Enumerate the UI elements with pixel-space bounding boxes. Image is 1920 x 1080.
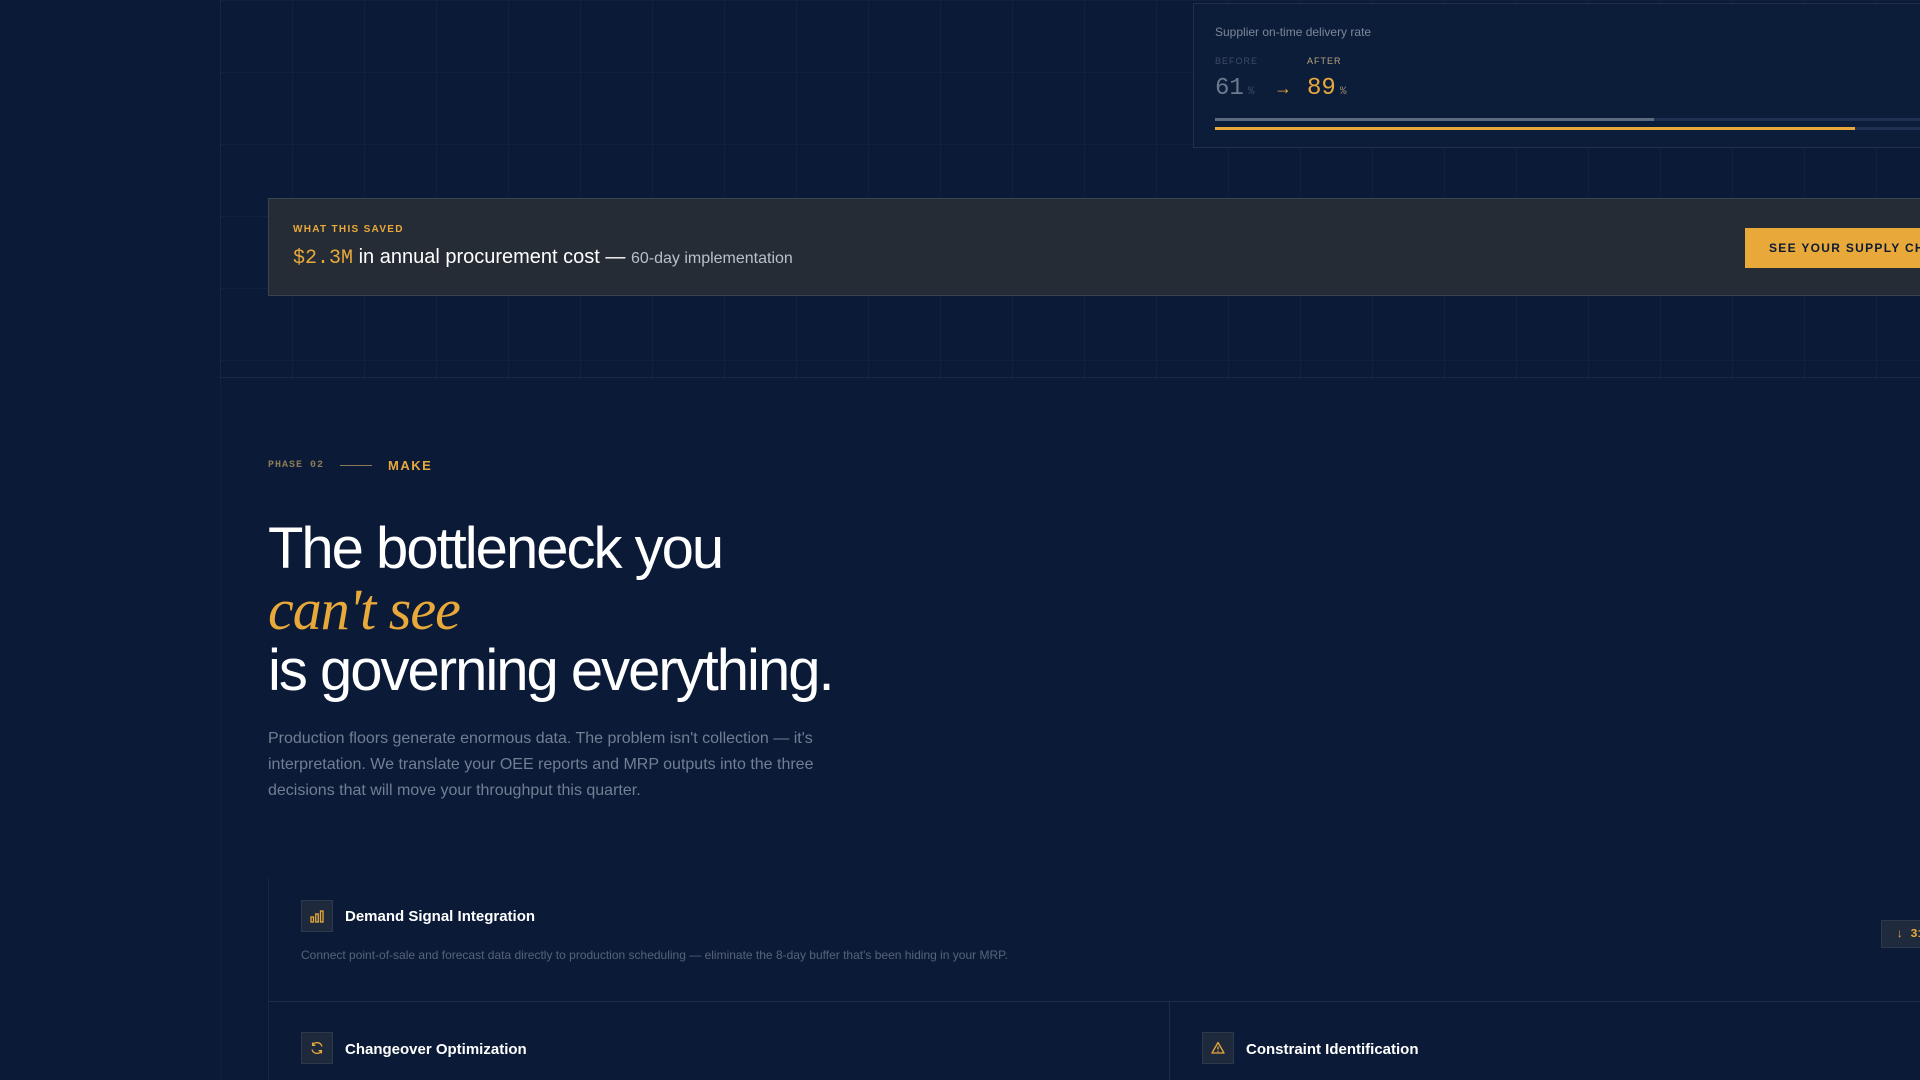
savings-amount: $2.3M bbox=[293, 247, 354, 270]
savings-banner: WHAT THIS SAVED $2.3M in annual procurem… bbox=[268, 198, 1920, 296]
warning-icon bbox=[1202, 1032, 1234, 1064]
arrow-right-icon: → bbox=[1274, 78, 1292, 98]
feature-description: Connect point-of-sale and forecast data … bbox=[301, 948, 1008, 962]
before-number: 61 bbox=[1215, 75, 1244, 102]
section-divider bbox=[220, 377, 1920, 378]
savings-text: in annual procurement cost — bbox=[358, 246, 626, 268]
phase-name: MAKE bbox=[388, 458, 433, 473]
savings-eyebrow: WHAT THIS SAVED bbox=[293, 224, 404, 235]
feature-constraint: Constraint Identification bbox=[1170, 1002, 1920, 1080]
see-your-supply-chain-button[interactable]: SEE YOUR SUPPLY CH bbox=[1745, 228, 1920, 268]
before-progress-fill bbox=[1215, 118, 1654, 121]
metric-after-label: AFTER bbox=[1307, 56, 1342, 66]
feature-title: Changeover Optimization bbox=[345, 1041, 527, 1058]
metric-card: Supplier on-time delivery rate BEFORE AF… bbox=[1193, 3, 1920, 148]
page-title: The bottleneck you can't see is governin… bbox=[268, 516, 835, 703]
phase-label: PHASE 02 MAKE bbox=[268, 458, 432, 473]
after-progress-fill bbox=[1215, 127, 1855, 130]
before-unit: % bbox=[1247, 86, 1255, 98]
after-progress-track bbox=[1215, 127, 1920, 130]
metric-before-label: BEFORE bbox=[1215, 56, 1259, 66]
feature-changeover: Changeover Optimization bbox=[268, 1002, 1170, 1080]
headline-line-3: is governing everything. bbox=[268, 638, 835, 703]
refresh-icon bbox=[301, 1032, 333, 1064]
bar-chart-icon bbox=[301, 900, 333, 932]
metric-before-value: 61% bbox=[1215, 75, 1254, 102]
savings-sub: 60-day implementation bbox=[630, 250, 793, 267]
metric-title: Supplier on-time delivery rate bbox=[1215, 25, 1372, 39]
savings-line: $2.3M in annual procurement cost — 60-da… bbox=[293, 246, 793, 270]
metric-after-value: 89% bbox=[1307, 75, 1346, 102]
delta-badge: ↓ 31 bbox=[1881, 920, 1920, 948]
before-progress-track bbox=[1215, 118, 1920, 121]
headline-accent: can't see bbox=[268, 577, 461, 642]
headline-line-1: The bottleneck you bbox=[268, 516, 724, 581]
feature-title: Demand Signal Integration bbox=[345, 908, 536, 925]
after-number: 89 bbox=[1307, 75, 1336, 102]
after-unit: % bbox=[1339, 86, 1347, 98]
left-rule bbox=[220, 0, 221, 1080]
phase-divider bbox=[340, 465, 373, 466]
phase-number: PHASE 02 bbox=[268, 460, 325, 471]
feature-demand-signal: Demand Signal Integration Connect point-… bbox=[268, 878, 1920, 1002]
feature-title: Constraint Identification bbox=[1246, 1041, 1419, 1058]
body-copy: Production floors generate enormous data… bbox=[268, 730, 814, 799]
